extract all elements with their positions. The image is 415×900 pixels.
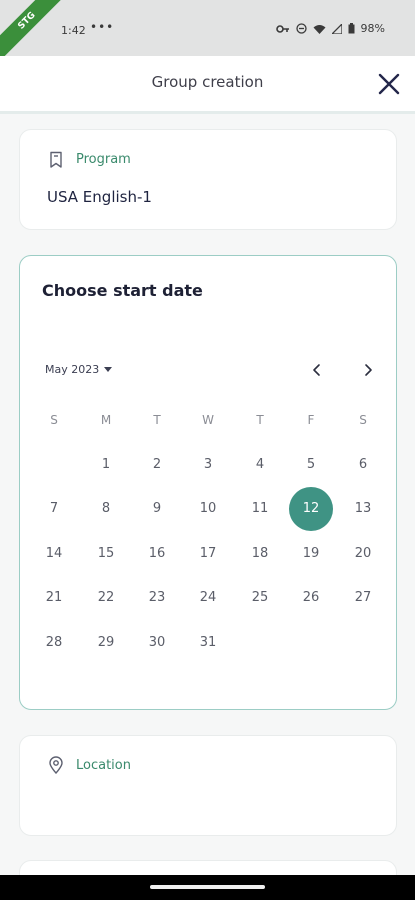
weekday-label: S [359, 413, 367, 427]
calendar-day[interactable]: 29 [84, 621, 128, 665]
calendar-day-selected[interactable]: 12 [289, 487, 333, 531]
home-gesture-handle[interactable] [150, 885, 265, 889]
calendar-day[interactable]: 31 [186, 621, 230, 665]
weekday-label: M [100, 413, 112, 427]
status-notification-dots: ••• [90, 20, 115, 34]
location-label: Location [76, 758, 131, 773]
close-icon[interactable] [375, 70, 403, 98]
signal-icon [331, 23, 342, 34]
calendar-day[interactable]: 20 [341, 532, 385, 576]
battery-percent: 98% [360, 22, 385, 35]
system-navigation-bar [0, 875, 415, 900]
do-not-disturb-icon [295, 23, 307, 34]
calendar-day[interactable]: 2 [135, 443, 179, 487]
app-header: Group creation [0, 56, 415, 114]
program-value: USA English-1 [47, 188, 152, 206]
calendar-day[interactable]: 6 [341, 443, 385, 487]
calendar-day[interactable]: 18 [238, 532, 282, 576]
calendar-day[interactable]: 26 [289, 576, 333, 620]
location-card[interactable]: Location [19, 735, 397, 836]
calendar-day[interactable]: 10 [186, 487, 230, 531]
wifi-icon [313, 24, 326, 34]
calendar-day[interactable]: 11 [238, 487, 282, 531]
weekday-label: T [153, 413, 161, 427]
calendar-day[interactable]: 8 [84, 487, 128, 531]
calendar-day[interactable]: 5 [289, 443, 333, 487]
page-title: Group creation [151, 73, 264, 91]
calendar-day[interactable]: 1 [84, 443, 128, 487]
calendar-day[interactable]: 22 [84, 576, 128, 620]
month-year-dropdown[interactable]: May 2023 [45, 363, 113, 376]
next-month-icon[interactable] [358, 360, 378, 380]
status-icons: 98% [275, 22, 385, 35]
calendar-day[interactable]: 17 [186, 532, 230, 576]
date-picker-card: Choose start date May 2023 SMTWTFS 12345… [19, 255, 397, 710]
screen: STG 1:42 ••• 98% Group creation Program … [0, 0, 415, 900]
weekday-label: S [50, 413, 58, 427]
previous-month-icon[interactable] [307, 360, 327, 380]
calendar-day[interactable]: 3 [186, 443, 230, 487]
key-icon [275, 24, 289, 33]
calendar-day[interactable]: 30 [135, 621, 179, 665]
calendar-day[interactable]: 14 [32, 532, 76, 576]
map-pin-icon [49, 756, 63, 774]
weekday-label: F [307, 413, 315, 427]
calendar-day[interactable]: 9 [135, 487, 179, 531]
calendar-day[interactable]: 4 [238, 443, 282, 487]
date-picker-title: Choose start date [42, 281, 203, 300]
weekday-label: T [256, 413, 264, 427]
calendar-day[interactable]: 7 [32, 487, 76, 531]
calendar-day[interactable]: 13 [341, 487, 385, 531]
calendar-day[interactable]: 15 [84, 532, 128, 576]
calendar-day[interactable]: 21 [32, 576, 76, 620]
calendar-day[interactable]: 23 [135, 576, 179, 620]
calendar-day[interactable]: 25 [238, 576, 282, 620]
calendar-day[interactable]: 28 [32, 621, 76, 665]
battery-icon [348, 23, 355, 34]
caret-down-icon [104, 367, 113, 372]
bookmark-icon [50, 151, 62, 168]
calendar-day[interactable]: 24 [186, 576, 230, 620]
calendar-day[interactable]: 16 [135, 532, 179, 576]
program-card[interactable]: Program USA English-1 [19, 129, 397, 230]
weekday-label: W [202, 413, 214, 427]
program-label: Program [76, 152, 131, 167]
calendar-day[interactable]: 19 [289, 532, 333, 576]
calendar-day[interactable]: 27 [341, 576, 385, 620]
month-year-label: May 2023 [45, 363, 100, 376]
status-bar: STG 1:42 ••• 98% [0, 0, 415, 67]
status-time: 1:42 [61, 24, 86, 37]
